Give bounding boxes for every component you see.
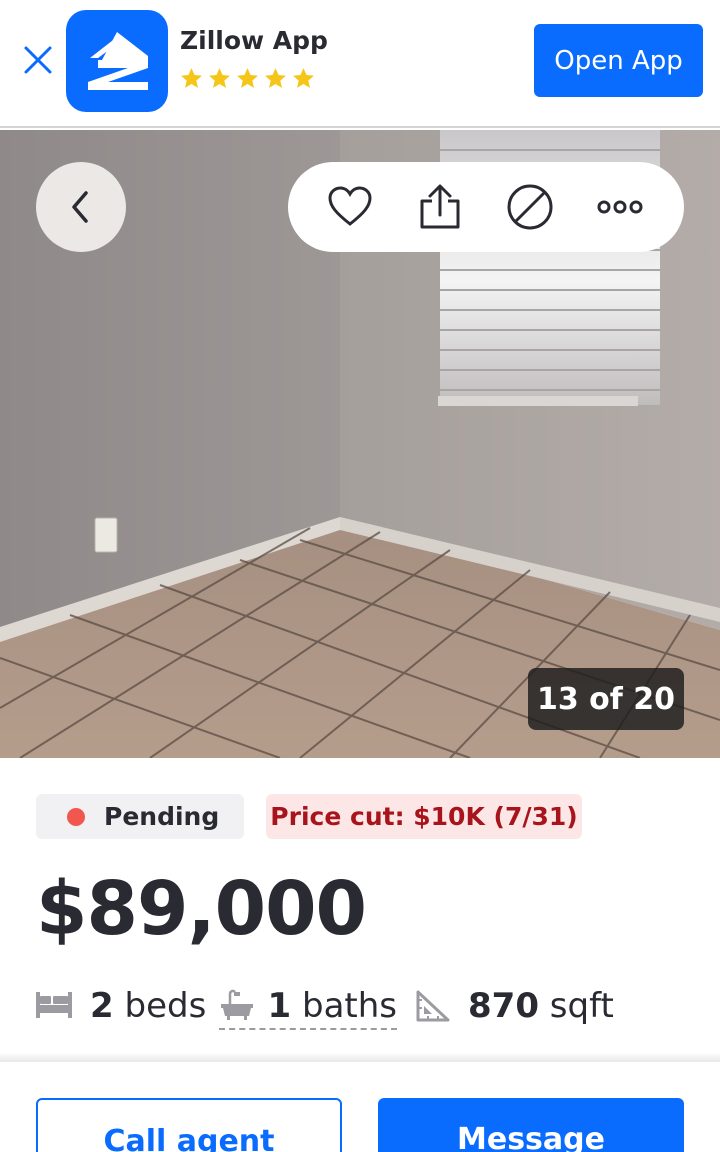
star-icon	[265, 68, 286, 88]
share-button[interactable]	[416, 183, 464, 231]
baths-value: 1	[267, 986, 292, 1026]
sqft-icon	[416, 990, 450, 1022]
star-icon	[209, 68, 230, 88]
price-cut-label: Price cut: $10K (7/31)	[270, 802, 578, 831]
star-icon	[293, 68, 314, 88]
more-icon	[597, 200, 643, 214]
status-label: Pending	[104, 802, 220, 831]
beds-value: 2	[90, 986, 114, 1026]
close-icon[interactable]	[20, 42, 56, 78]
star-icon	[237, 68, 258, 88]
sqft-fact: 870 sqft	[468, 986, 614, 1026]
open-app-button[interactable]: Open App	[534, 24, 703, 97]
app-name: Zillow App	[180, 26, 328, 55]
listing-price: $89,000	[36, 866, 367, 952]
star-icon	[181, 68, 202, 88]
zillow-logo-icon	[66, 10, 168, 112]
chevron-left-icon	[72, 191, 88, 223]
call-agent-button[interactable]: Call agent	[36, 1098, 342, 1152]
share-icon	[420, 184, 460, 229]
message-button[interactable]: Message	[378, 1098, 684, 1152]
beds-unit: beds	[124, 986, 207, 1026]
save-heart-button[interactable]	[326, 183, 374, 231]
photo-counter: 13 of 20	[528, 668, 684, 730]
sqft-unit: sqft	[549, 986, 614, 1026]
baths-unit: baths	[301, 986, 397, 1026]
bed-icon	[36, 992, 72, 1018]
sqft-value: 870	[468, 986, 539, 1026]
rating-stars	[179, 66, 316, 91]
hide-icon	[507, 184, 553, 230]
status-badge: Pending	[36, 794, 244, 839]
photo-action-bar	[288, 162, 684, 252]
heart-icon	[328, 186, 372, 226]
home-facts: 2 beds 1 baths 870 sqft	[36, 980, 706, 1036]
more-options-button[interactable]	[596, 183, 644, 231]
status-dot	[67, 807, 85, 826]
contact-action-bar: Call agent Message	[0, 1062, 720, 1152]
price-cut-badge: Price cut: $10K (7/31)	[266, 794, 582, 839]
beds-fact: 2 beds	[90, 986, 206, 1026]
back-button[interactable]	[36, 162, 126, 252]
baths-fact[interactable]: 1 baths	[219, 986, 397, 1030]
app-install-banner: Zillow App Open App	[0, 0, 720, 128]
hide-home-button[interactable]	[506, 183, 554, 231]
